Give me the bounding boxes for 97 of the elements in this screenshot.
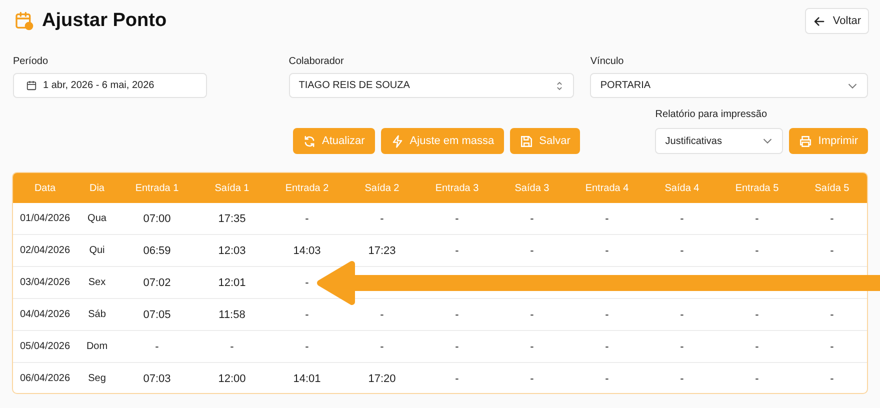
table-cell-text: - — [379, 340, 385, 352]
employee-select[interactable]: TIAGO REIS DE SOUZA — [288, 73, 574, 98]
table-cell-text: 06:59 — [142, 244, 172, 256]
table-cell-text: Qua — [86, 213, 108, 224]
table-cell-text: - — [379, 308, 385, 320]
link-select[interactable]: PORTARIA — [590, 73, 868, 98]
column-header: Entrada 3 — [434, 182, 480, 194]
table-cell-text: - — [304, 308, 310, 320]
column-header: Saída 5 — [814, 182, 850, 194]
table-cell-text: - — [829, 372, 835, 384]
field-label: Período — [13, 56, 50, 67]
field-label: Colaborador — [288, 56, 345, 67]
refresh-icon — [303, 134, 316, 148]
table-cell-text: - — [304, 340, 310, 352]
table-cell-text: 07:02 — [142, 276, 172, 288]
table-cell-text: - — [529, 244, 535, 256]
table-cell-text: 02/04/2026 — [18, 245, 72, 256]
table-cell-text: - — [529, 372, 535, 384]
column-header: Entrada 5 — [734, 182, 780, 194]
table-cell-text: Dom — [85, 341, 109, 352]
page-title: Ajustar Ponto — [42, 10, 167, 32]
table-cell-text: - — [754, 308, 760, 320]
chevron-down-icon — [763, 138, 772, 144]
table-cell-text: 12:00 — [217, 372, 247, 384]
table-cell-text: - — [604, 340, 610, 352]
table-cell-text: 11:58 — [218, 308, 246, 320]
calendar-icon — [14, 11, 34, 31]
table-cell-text: - — [304, 276, 310, 288]
table-cell-text: - — [454, 308, 460, 320]
sort-icon — [556, 80, 564, 90]
lightning-icon — [390, 134, 404, 148]
table-cell-text: - — [754, 244, 760, 256]
table-cell-text: - — [754, 372, 760, 384]
table-cell-text: 01/04/2026 — [18, 213, 72, 224]
table-cell-text: - — [454, 340, 460, 352]
back-button[interactable]: Voltar — [805, 8, 869, 34]
table-cell-text: - — [529, 308, 535, 320]
table-cell-text: 12:03 — [217, 244, 247, 256]
table-cell-text: - — [304, 212, 310, 224]
table-cell-text: - — [604, 244, 610, 256]
column-header: Data — [33, 182, 57, 194]
table-cell-text: 06/04/2026 — [18, 373, 72, 384]
table-cell-text: Seg — [87, 373, 107, 384]
column-header: Entrada 1 — [134, 182, 180, 194]
table-cell-text: 07:03 — [142, 372, 172, 384]
table-cell-text: - — [454, 244, 460, 256]
column-header: Entrada 4 — [584, 182, 630, 194]
table-cell-text: - — [679, 340, 685, 352]
table-cell-text: Sáb — [87, 309, 107, 320]
column-header: Saída 2 — [364, 182, 400, 194]
table-cell-text: - — [679, 244, 685, 256]
table-cell-text: 05/04/2026 — [18, 341, 72, 352]
report-select[interactable]: Justificativas — [655, 128, 784, 154]
column-header: Dia — [88, 182, 106, 194]
table-cell-text: 04/04/2026 — [18, 309, 72, 320]
table-cell-text: 17:23 — [367, 244, 397, 256]
table-cell-text: 07:05 — [142, 308, 172, 320]
field-label: Vínculo — [590, 56, 625, 67]
table-cell-text: - — [754, 340, 760, 352]
table-cell-text: - — [679, 212, 685, 224]
table-cell-text: - — [379, 212, 385, 224]
arrow-left-icon — [812, 14, 826, 28]
table-cell-text: 17:35 — [217, 212, 247, 224]
printer-icon — [799, 134, 812, 148]
table-cell-text: 14:01 — [292, 372, 322, 384]
table-cell-text: - — [754, 212, 760, 224]
table-cell-text: 03/04/2026 — [18, 277, 72, 288]
chevron-down-icon — [848, 82, 858, 88]
table-cell-text: - — [604, 372, 610, 384]
date-range-field[interactable]: 1 abr, 2026 - 6 mai, 2026 — [13, 73, 207, 98]
table-cell-text: - — [454, 212, 460, 224]
table-cell-text: 14:03 — [292, 244, 322, 256]
save-icon — [520, 134, 534, 148]
column-header: Saída 1 — [214, 182, 250, 194]
table-cell-text: - — [229, 340, 235, 352]
table-cell-text: 12:01 — [217, 276, 247, 288]
column-header: Saída 4 — [664, 182, 700, 194]
table-cell-text: - — [829, 308, 835, 320]
table-cell-text: - — [604, 308, 610, 320]
table-cell-text: 07:00 — [142, 212, 172, 224]
table-cell-text: - — [454, 372, 460, 384]
column-header: Entrada 2 — [284, 182, 330, 194]
column-header: Saída 3 — [514, 182, 550, 194]
table-cell-text: - — [604, 212, 610, 224]
field-label: Relatório para impressão — [655, 109, 768, 120]
table-cell-text: - — [529, 340, 535, 352]
table-cell-text: 17:20 — [367, 372, 397, 384]
calendar-icon — [26, 80, 37, 91]
table-cell-text: - — [829, 340, 835, 352]
table-cell-text: - — [154, 340, 160, 352]
table-cell-text: - — [679, 308, 685, 320]
table-cell-text: - — [829, 212, 835, 224]
table-cell-text: - — [679, 372, 685, 384]
table-cell-text: Qui — [88, 245, 106, 256]
table-cell-text: - — [529, 212, 535, 224]
table-cell-text: Sex — [87, 277, 107, 288]
table-cell-text: - — [829, 244, 835, 256]
